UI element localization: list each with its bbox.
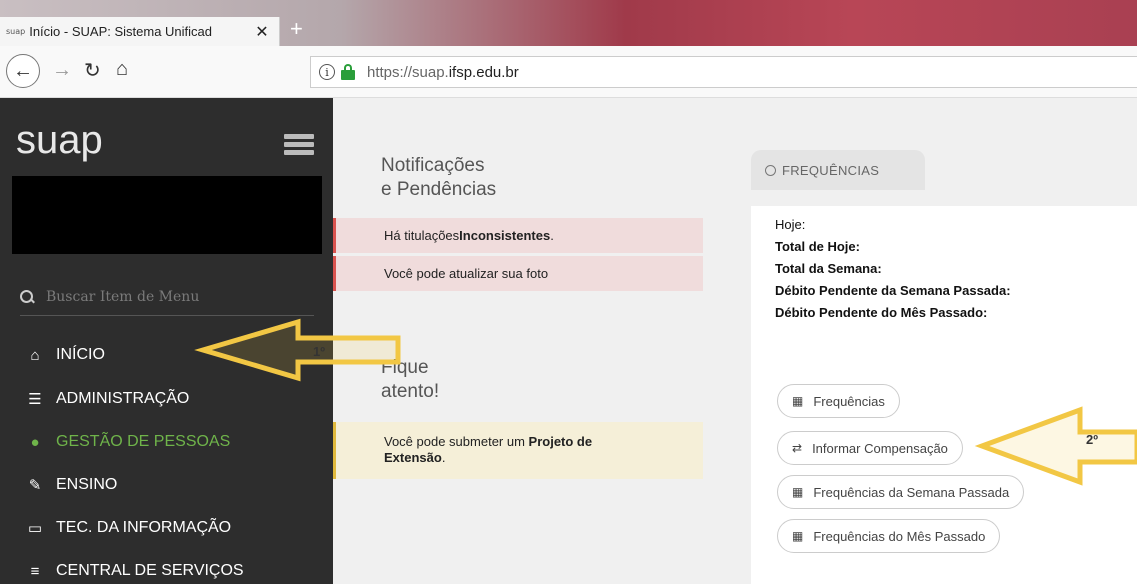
- arrow-2: [974, 406, 1137, 486]
- annotation-label-2: 2º: [1086, 432, 1098, 447]
- annotation-label-1: 1º: [313, 344, 325, 359]
- annotation-arrows: [194, 318, 1137, 486]
- arrow-1: [194, 318, 401, 382]
